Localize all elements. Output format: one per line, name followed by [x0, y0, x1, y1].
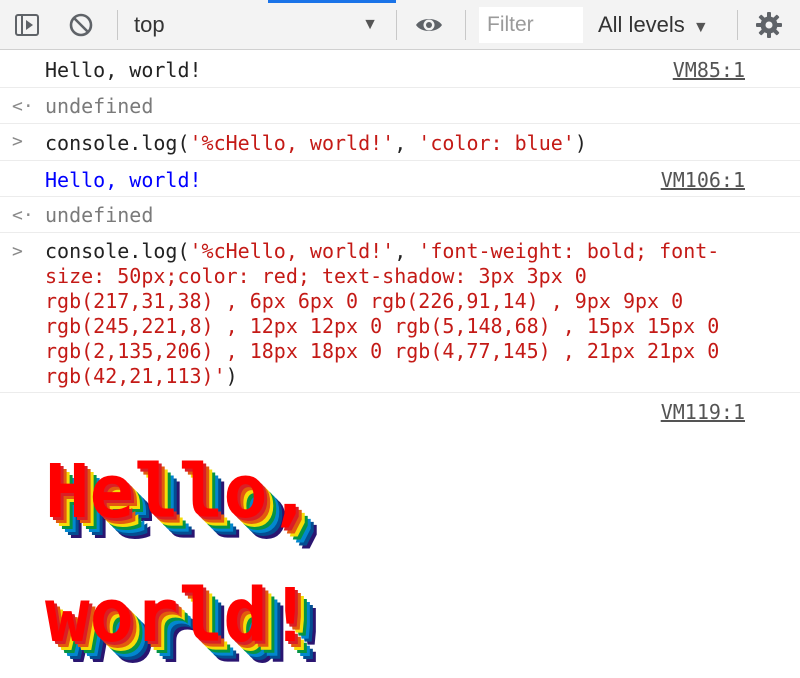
source-link[interactable]: VM119:1	[661, 400, 745, 424]
toolbar-divider	[737, 10, 738, 40]
sidebar-toggle-icon[interactable]	[12, 10, 42, 40]
log-text: Hello, world!	[45, 58, 202, 82]
toolbar-divider	[117, 10, 118, 40]
context-selector[interactable]: top ▼	[134, 9, 384, 41]
console-input: > console.log('%cHello, world!', 'font-w…	[0, 233, 800, 393]
console-message: Hello, world! VM85:1	[0, 51, 800, 88]
styled-log-text: Hello, world!	[45, 449, 313, 659]
console-result: <· undefined	[0, 197, 800, 233]
result-arrow-icon: <·	[12, 96, 34, 117]
source-link[interactable]: VM85:1	[673, 58, 745, 82]
command-text[interactable]: console.log('%cHello, world!', 'font-wei…	[45, 239, 719, 389]
log-text: Hello, world!	[45, 168, 202, 192]
toolbar-divider	[465, 10, 466, 40]
eye-icon[interactable]	[414, 10, 444, 40]
log-levels-dropdown[interactable]: All levels ▼	[598, 9, 709, 41]
console-result: <· undefined	[0, 88, 800, 124]
result-text: undefined	[45, 203, 154, 227]
console-message: Hello, world! VM106:1	[0, 161, 800, 197]
dropdown-arrow-icon: ▼	[362, 16, 378, 33]
result-arrow-icon: <·	[12, 205, 34, 226]
active-tab-indicator	[268, 0, 396, 3]
context-label: top	[134, 12, 165, 37]
filter-input[interactable]	[479, 7, 583, 43]
result-text: undefined	[45, 94, 154, 118]
source-link[interactable]: VM106:1	[661, 168, 745, 192]
command-text[interactable]: console.log('%cHello, world!', 'color: b…	[45, 131, 587, 155]
toolbar-divider	[396, 10, 397, 40]
gear-icon[interactable]	[754, 10, 784, 40]
console-toolbar: top ▼ All levels ▼	[0, 0, 800, 50]
log-levels-label: All levels	[598, 12, 685, 37]
console-input: > console.log('%cHello, world!', 'color:…	[0, 124, 800, 161]
input-prompt-icon: >	[12, 131, 23, 152]
dropdown-arrow-icon: ▼	[692, 19, 709, 36]
clear-console-icon[interactable]	[66, 10, 96, 40]
input-prompt-icon: >	[12, 241, 23, 262]
